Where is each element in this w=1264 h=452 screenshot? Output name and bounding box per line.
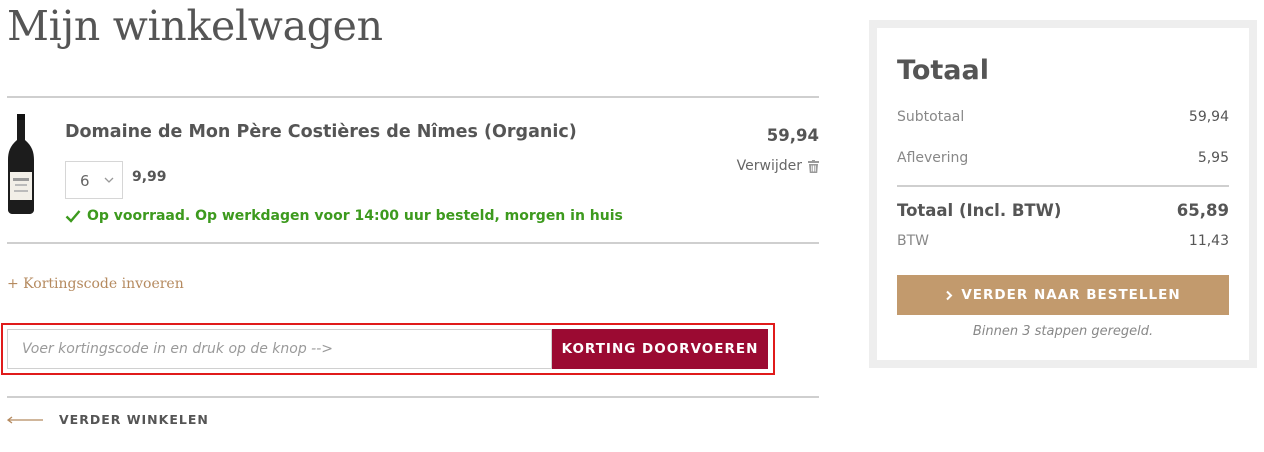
chevron-right-icon (946, 290, 953, 300)
delivery-label: Aflevering (897, 150, 969, 166)
line-total: 59,94 (766, 126, 819, 145)
quantity-select[interactable]: 6 (65, 161, 123, 199)
subtotal-row: Subtotaal 59,94 (897, 109, 1229, 125)
summary-title: Totaal (897, 55, 989, 86)
continue-shopping-label: VERDER WINKELEN (59, 412, 209, 427)
vat-row: BTW 11,43 (897, 233, 1229, 249)
checkout-label: VERDER NAAR BESTELLEN (961, 287, 1181, 303)
trash-icon (808, 159, 819, 173)
remove-label: Verwijder (736, 158, 802, 174)
quantity-value: 6 (80, 172, 90, 190)
summary-divider (897, 185, 1229, 187)
divider (7, 396, 819, 398)
order-summary: Totaal Subtotaal 59,94 Aflevering 5,95 T… (869, 20, 1257, 368)
apply-coupon-button[interactable]: KORTING DOORVOEREN (552, 329, 768, 369)
check-icon (65, 210, 81, 223)
product-name[interactable]: Domaine de Mon Père Costières de Nîmes (… (65, 122, 577, 142)
subtotal-value: 59,94 (1188, 109, 1229, 125)
wine-bottle-image[interactable] (7, 114, 35, 214)
total-row: Totaal (Incl. BTW) 65,89 (897, 201, 1229, 220)
total-label: Totaal (Incl. BTW) (897, 201, 1062, 220)
checkout-note: Binnen 3 stappen geregeld. (972, 324, 1154, 339)
unit-price: 9,99 (132, 169, 167, 185)
checkout-button[interactable]: VERDER NAAR BESTELLEN (897, 275, 1229, 315)
coupon-input[interactable] (7, 329, 552, 369)
remove-button[interactable]: Verwijder (737, 158, 819, 174)
subtotal-label: Subtotaal (897, 109, 965, 125)
arrow-left-icon (7, 415, 43, 424)
page-title: Mijn winkelwagen (7, 2, 383, 50)
delivery-value: 5,95 (1197, 150, 1229, 166)
vat-label: BTW (897, 233, 929, 249)
stock-status: Op voorraad. Op werkdagen voor 14:00 uur… (65, 208, 623, 224)
total-value: 65,89 (1176, 201, 1229, 220)
delivery-row: Aflevering 5,95 (897, 150, 1229, 166)
stock-text: Op voorraad. Op werkdagen voor 14:00 uur… (87, 208, 623, 224)
chevron-down-icon (104, 177, 114, 183)
divider (7, 242, 819, 244)
vat-value: 11,43 (1188, 233, 1229, 249)
continue-shopping-link[interactable]: VERDER WINKELEN (7, 412, 209, 427)
divider (7, 96, 819, 98)
coupon-toggle-link[interactable]: + Kortingscode invoeren (7, 276, 184, 292)
